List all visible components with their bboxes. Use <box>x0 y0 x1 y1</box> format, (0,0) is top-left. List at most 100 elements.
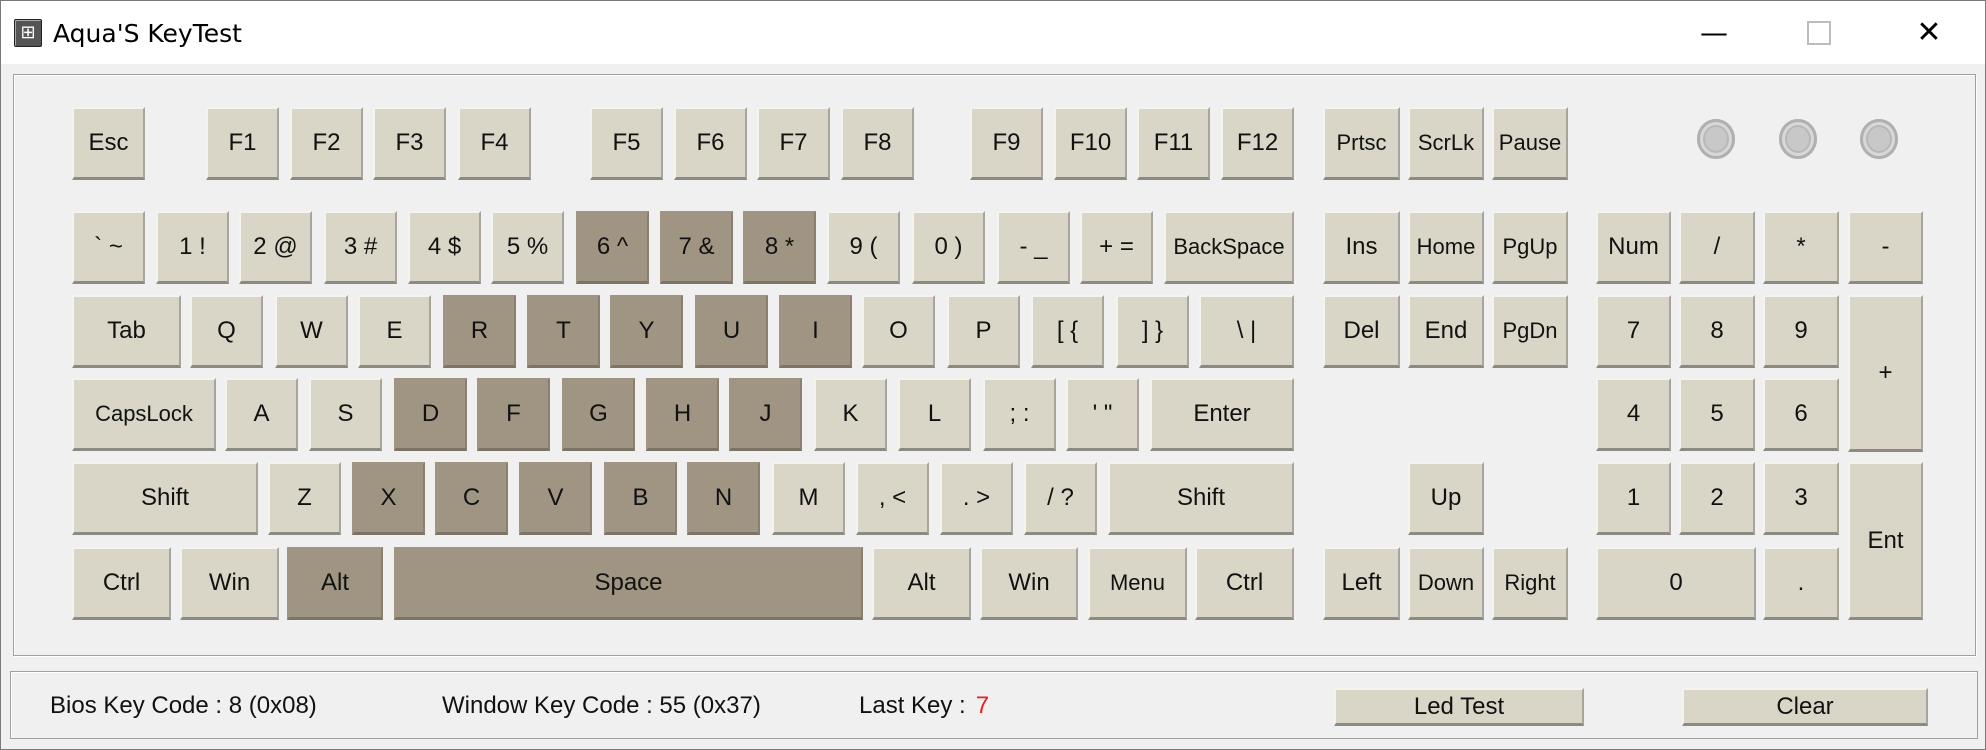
key-right[interactable]: Right <box>1492 547 1568 620</box>
key-v[interactable]: V <box>519 462 592 535</box>
key-b[interactable]: B <box>604 462 677 535</box>
key-numdot[interactable]: . <box>1763 547 1839 620</box>
minimize-button[interactable]: — <box>1674 1 1754 64</box>
key-f12[interactable]: F12 <box>1221 107 1294 180</box>
key-lshift[interactable]: Shift <box>72 462 258 535</box>
key-8[interactable]: 8 * <box>743 211 816 284</box>
key-s[interactable]: S <box>309 378 382 451</box>
key-numlock[interactable]: Num <box>1596 211 1671 284</box>
key-9[interactable]: 9 ( <box>827 211 900 284</box>
key-7[interactable]: 7 & <box>660 211 733 284</box>
key-h[interactable]: H <box>646 378 719 451</box>
key-backspace[interactable]: BackSpace <box>1164 211 1294 284</box>
key-d[interactable]: D <box>394 378 467 451</box>
key-f4[interactable]: F4 <box>458 107 531 180</box>
key-semicolon[interactable]: ; : <box>983 378 1056 451</box>
key-num2[interactable]: 2 <box>1679 462 1755 535</box>
key-4[interactable]: 4 $ <box>408 211 481 284</box>
key-del[interactable]: Del <box>1323 295 1400 368</box>
key-menu[interactable]: Menu <box>1088 547 1187 620</box>
key-5[interactable]: 5 % <box>491 211 564 284</box>
key-scrlk[interactable]: ScrLk <box>1408 107 1484 180</box>
key-num4[interactable]: 4 <box>1596 378 1671 451</box>
key-w[interactable]: W <box>275 295 348 368</box>
key-0[interactable]: 0 ) <box>912 211 985 284</box>
key-rctrl[interactable]: Ctrl <box>1195 547 1294 620</box>
key-6[interactable]: 6 ^ <box>576 211 649 284</box>
key-lbracket[interactable]: [ { <box>1031 295 1104 368</box>
key-num6[interactable]: 6 <box>1763 378 1839 451</box>
key-o[interactable]: O <box>862 295 935 368</box>
led-test-button[interactable]: Led Test <box>1334 688 1584 726</box>
key-f9[interactable]: F9 <box>970 107 1043 180</box>
key-comma[interactable]: , < <box>856 462 929 535</box>
key-slash[interactable]: / ? <box>1024 462 1097 535</box>
key-n[interactable]: N <box>687 462 760 535</box>
key-k[interactable]: K <box>814 378 887 451</box>
key-rwin[interactable]: Win <box>980 547 1078 620</box>
key-pgdn[interactable]: PgDn <box>1492 295 1568 368</box>
key-c[interactable]: C <box>435 462 508 535</box>
key-capslock[interactable]: CapsLock <box>72 378 216 451</box>
key-f5[interactable]: F5 <box>590 107 663 180</box>
maximize-button[interactable] <box>1779 1 1859 64</box>
key-g[interactable]: G <box>562 378 635 451</box>
key-minus[interactable]: - _ <box>997 211 1070 284</box>
key-num8[interactable]: 8 <box>1679 295 1755 368</box>
key-ins[interactable]: Ins <box>1323 211 1400 284</box>
key-p[interactable]: P <box>947 295 1020 368</box>
key-l[interactable]: L <box>898 378 971 451</box>
key-numdiv[interactable]: / <box>1679 211 1755 284</box>
key-num5[interactable]: 5 <box>1679 378 1755 451</box>
key-2[interactable]: 2 @ <box>239 211 312 284</box>
key-f3[interactable]: F3 <box>373 107 446 180</box>
key-left[interactable]: Left <box>1323 547 1400 620</box>
key-lwin[interactable]: Win <box>180 547 279 620</box>
key-r[interactable]: R <box>443 295 516 368</box>
key-numenter[interactable]: Ent <box>1848 462 1923 620</box>
key-num7[interactable]: 7 <box>1596 295 1671 368</box>
key-f[interactable]: F <box>477 378 550 451</box>
key-3[interactable]: 3 # <box>324 211 397 284</box>
key-z[interactable]: Z <box>268 462 341 535</box>
key-f6[interactable]: F6 <box>674 107 747 180</box>
key-u[interactable]: U <box>695 295 768 368</box>
key-num1[interactable]: 1 <box>1596 462 1671 535</box>
key-rbracket[interactable]: ] } <box>1116 295 1189 368</box>
key-ralt[interactable]: Alt <box>872 547 971 620</box>
key-numadd[interactable]: + <box>1848 295 1923 452</box>
key-prtsc[interactable]: Prtsc <box>1323 107 1400 180</box>
key-m[interactable]: M <box>772 462 845 535</box>
key-f10[interactable]: F10 <box>1054 107 1127 180</box>
key-i[interactable]: I <box>779 295 852 368</box>
key-home[interactable]: Home <box>1408 211 1484 284</box>
key-t[interactable]: T <box>527 295 600 368</box>
key-q[interactable]: Q <box>190 295 263 368</box>
key-space[interactable]: Space <box>394 547 863 620</box>
key-tab[interactable]: Tab <box>72 295 181 368</box>
key-lalt[interactable]: Alt <box>287 547 383 620</box>
key-j[interactable]: J <box>729 378 802 451</box>
key-f1[interactable]: F1 <box>206 107 279 180</box>
key-y[interactable]: Y <box>610 295 683 368</box>
key-equals[interactable]: + = <box>1080 211 1153 284</box>
key-enter[interactable]: Enter <box>1150 378 1294 451</box>
key-numsub[interactable]: - <box>1848 211 1923 284</box>
key-end[interactable]: End <box>1408 295 1484 368</box>
key-quote[interactable]: ' " <box>1066 378 1139 451</box>
clear-button[interactable]: Clear <box>1682 688 1928 726</box>
close-button[interactable]: ✕ <box>1889 1 1969 64</box>
key-num9[interactable]: 9 <box>1763 295 1839 368</box>
key-x[interactable]: X <box>352 462 425 535</box>
key-lctrl[interactable]: Ctrl <box>72 547 171 620</box>
key-pgup[interactable]: PgUp <box>1492 211 1568 284</box>
key-a[interactable]: A <box>225 378 298 451</box>
key-esc[interactable]: Esc <box>72 107 145 180</box>
key-1[interactable]: 1 ! <box>156 211 229 284</box>
key-num3[interactable]: 3 <box>1763 462 1839 535</box>
key-up[interactable]: Up <box>1408 462 1484 535</box>
key-nummul[interactable]: * <box>1763 211 1839 284</box>
key-rshift[interactable]: Shift <box>1108 462 1294 535</box>
key-f7[interactable]: F7 <box>757 107 830 180</box>
key-down[interactable]: Down <box>1408 547 1484 620</box>
